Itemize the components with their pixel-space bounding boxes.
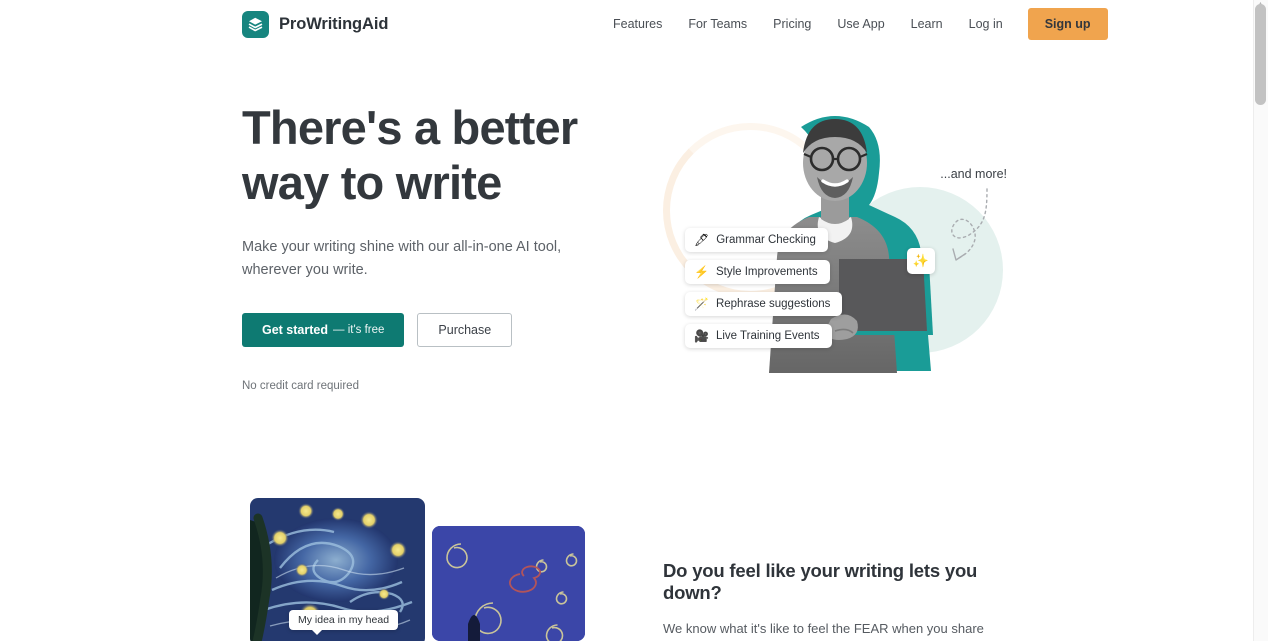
feature-pill-style-improvements: ⚡ Style Improvements	[685, 260, 830, 284]
section-heading: Do you feel like your writing lets you d…	[663, 560, 978, 603]
nav-item-pricing[interactable]: Pricing	[760, 11, 824, 37]
page-title: There's a better way to write	[242, 100, 642, 211]
page-root: ProWritingAid Features For Teams Pricing…	[0, 0, 1268, 641]
feature-pill-rephrase-suggestions: 🪄 Rephrase suggestions	[685, 292, 843, 316]
hero-content: There's a better way to write Make your …	[242, 100, 642, 392]
get-started-suffix: — it's free	[333, 323, 385, 336]
hero-title-line-2: way to write	[242, 156, 502, 210]
nav-item-learn[interactable]: Learn	[898, 11, 956, 37]
hero-illustration: ...and more! 🖋 Grammar Checking ⚡ Style …	[655, 95, 1015, 395]
feature-pill-grammar-checking: 🖋 Grammar Checking	[685, 228, 828, 252]
nav-item-use-app[interactable]: Use App	[824, 11, 897, 37]
nav-item-for-teams[interactable]: For Teams	[675, 11, 760, 37]
nav-item-features[interactable]: Features	[600, 11, 675, 37]
section-body-text: We know what it's like to feel the FEAR …	[663, 621, 984, 636]
sparkles-icon: ✨	[907, 248, 935, 274]
prowritingaid-logo-icon	[242, 10, 269, 38]
site-header: ProWritingAid Features For Teams Pricing…	[0, 0, 1253, 48]
purchase-button[interactable]: Purchase	[417, 312, 513, 347]
movie-camera-icon: 🎥	[694, 329, 709, 343]
brand-name: ProWritingAid	[279, 14, 389, 33]
hero-title-line-1: There's a better	[242, 101, 578, 154]
lightning-bolt-icon: ⚡	[694, 265, 709, 279]
magic-wand-icon: 🪄	[694, 297, 709, 311]
scrollbar-thumb[interactable]	[1255, 4, 1266, 105]
main-navigation: Features For Teams Pricing Use App Learn…	[600, 8, 1108, 40]
idea-vs-reality-illustration: My idea in my head	[242, 493, 642, 641]
feature-pill-label: Rephrase suggestions	[715, 298, 831, 310]
writing-lets-you-down-section: Do you feel like your writing lets you d…	[663, 560, 1023, 641]
brand-logo-link[interactable]: ProWritingAid	[242, 10, 389, 38]
curved-dotted-arrow-icon	[951, 188, 988, 261]
feature-pill-label: Grammar Checking	[716, 234, 816, 246]
feature-pill-list: 🖋 Grammar Checking ⚡ Style Improvements …	[685, 228, 843, 348]
quill-pen-icon: 🖋	[694, 233, 710, 247]
feature-pill-live-training-events: 🎥 Live Training Events	[685, 324, 832, 348]
no-credit-card-note: No credit card required	[242, 379, 359, 392]
page-scrollbar[interactable]: ▲	[1253, 0, 1268, 641]
idea-tooltip: My idea in my head	[289, 610, 399, 635]
feature-pill-label: Style Improvements	[715, 266, 818, 278]
get-started-button[interactable]: Get started — it's free	[242, 312, 405, 347]
doodle-drawing-card	[432, 526, 585, 641]
and-more-label: ...and more!	[940, 167, 1007, 181]
feature-pill-label: Live Training Events	[715, 330, 820, 342]
nav-item-log-in[interactable]: Log in	[956, 11, 1016, 37]
hero-subtitle: Make your writing shine with our all-in-…	[242, 238, 562, 279]
sign-up-button[interactable]: Sign up	[1027, 8, 1108, 40]
get-started-label: Get started	[262, 322, 328, 337]
hero-cta-group: Get started — it's free Purchase	[242, 312, 642, 347]
